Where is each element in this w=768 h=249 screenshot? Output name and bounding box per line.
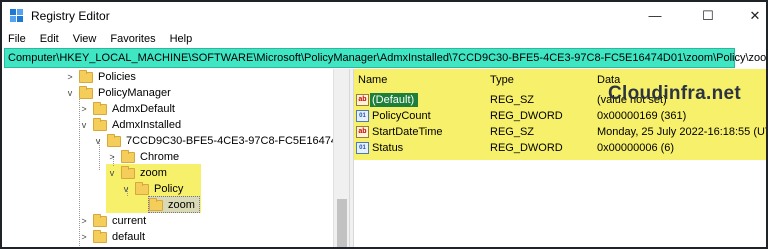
value-name[interactable]: StartDateTime xyxy=(372,126,443,142)
expand-icon[interactable]: > xyxy=(107,152,117,162)
tree-item-admxdefault[interactable]: > AdmxDefault xyxy=(79,101,175,117)
watermark-logo: Cloudinfra.net xyxy=(608,83,741,104)
folder-icon xyxy=(93,229,107,243)
folder-icon xyxy=(149,197,163,211)
menu-help[interactable]: Help xyxy=(163,30,200,48)
value-data: 0x00000169 (361) xyxy=(597,110,687,122)
tree-item-policymanager[interactable]: v PolicyManager xyxy=(65,85,171,101)
folder-icon xyxy=(121,149,135,163)
menu-view[interactable]: View xyxy=(66,30,104,48)
value-name[interactable]: (Default) xyxy=(372,94,414,110)
tree-item-label: Policy xyxy=(154,183,184,195)
address-path: Computer\HKEY_LOCAL_MACHINE\SOFTWARE\Mic… xyxy=(8,52,768,64)
folder-icon xyxy=(135,181,149,195)
tree-item-policy[interactable]: v Policy xyxy=(121,181,183,197)
tree-item-policies[interactable]: > Policies xyxy=(65,69,136,85)
tree-scrollbar[interactable] xyxy=(333,69,349,247)
menu-bar: File Edit View Favorites Help xyxy=(2,30,199,48)
menu-file[interactable]: File xyxy=(2,30,33,48)
tree-item-admxinstalled[interactable]: v AdmxInstalled xyxy=(79,117,181,133)
dword-value-icon: 01 xyxy=(356,110,369,122)
tree-item-label: 7CCD9C30-BFE5-4CE3-97C8-FC5E16474D01 xyxy=(126,135,358,147)
registry-editor-window: Registry Editor — ☐ ✕ File Edit View Fav… xyxy=(0,0,768,249)
tree-item-label: Chrome xyxy=(140,151,180,163)
close-button[interactable]: ✕ xyxy=(732,2,766,29)
expand-icon[interactable]: > xyxy=(65,72,75,82)
value-name[interactable]: Status xyxy=(372,142,403,158)
tree-item-label: Policies xyxy=(98,71,136,83)
folder-icon xyxy=(93,101,107,115)
tree-item-label: AdmxDefault xyxy=(112,103,175,115)
title-bar[interactable]: Registry Editor — ☐ ✕ xyxy=(2,2,766,29)
address-bar[interactable]: Computer\HKEY_LOCAL_MACHINE\SOFTWARE\Mic… xyxy=(4,48,766,68)
tree-item-chrome[interactable]: > Chrome xyxy=(107,149,179,165)
expand-icon[interactable]: > xyxy=(79,216,89,226)
tree-item-label: zoom xyxy=(140,167,167,179)
tree-item-default[interactable]: > default xyxy=(79,229,145,245)
string-value-icon: ab xyxy=(356,94,369,106)
value-type: REG_DWORD xyxy=(490,142,563,154)
tree-item-label: default xyxy=(112,231,146,243)
collapse-icon[interactable]: v xyxy=(79,120,89,130)
collapse-icon[interactable]: v xyxy=(93,136,103,146)
window-title: Registry Editor xyxy=(31,9,110,23)
tree-item-label: AdmxInstalled xyxy=(112,119,182,131)
column-header-type[interactable]: Type xyxy=(490,74,514,86)
scrollbar-thumb[interactable] xyxy=(337,199,347,247)
collapse-icon[interactable]: v xyxy=(107,168,117,178)
menu-edit[interactable]: Edit xyxy=(33,30,66,48)
tree-item-label: PolicyManager xyxy=(98,87,171,99)
folder-icon xyxy=(121,165,135,179)
value-data: Monday, 25 July 2022-16:18:55 (UTC) xyxy=(597,126,768,138)
folder-icon xyxy=(79,85,93,99)
maximize-button[interactable]: ☐ xyxy=(685,2,731,29)
column-header-name[interactable]: Name xyxy=(358,74,387,86)
menu-favorites[interactable]: Favorites xyxy=(103,30,162,48)
string-value-icon: ab xyxy=(356,126,369,138)
tree-item-zoom[interactable]: v zoom xyxy=(107,165,167,181)
registry-editor-icon xyxy=(10,9,23,22)
value-type: REG_DWORD xyxy=(490,110,563,122)
tree-item-label: current xyxy=(112,215,147,227)
expand-icon[interactable]: > xyxy=(79,232,89,242)
tree-item-label: zoom xyxy=(168,199,195,211)
collapse-icon[interactable]: v xyxy=(121,184,131,194)
folder-icon xyxy=(93,117,107,131)
tree-item-current[interactable]: > current xyxy=(79,213,146,229)
value-type: REG_SZ xyxy=(490,126,535,138)
tree-item-zoom-selected[interactable]: zoom xyxy=(135,197,195,213)
tree-item-guid[interactable]: v 7CCD9C30-BFE5-4CE3-97C8-FC5E16474D01 xyxy=(93,133,357,149)
expand-icon[interactable]: > xyxy=(79,104,89,114)
folder-icon xyxy=(93,213,107,227)
folder-icon xyxy=(107,133,121,147)
collapse-icon[interactable]: v xyxy=(65,88,75,98)
value-data: 0x00000006 (6) xyxy=(597,142,675,154)
value-name[interactable]: PolicyCount xyxy=(372,110,431,126)
value-type: REG_SZ xyxy=(490,94,535,106)
dword-value-icon: 01 xyxy=(356,142,369,154)
folder-icon xyxy=(79,69,93,83)
minimize-button[interactable]: — xyxy=(632,2,678,29)
